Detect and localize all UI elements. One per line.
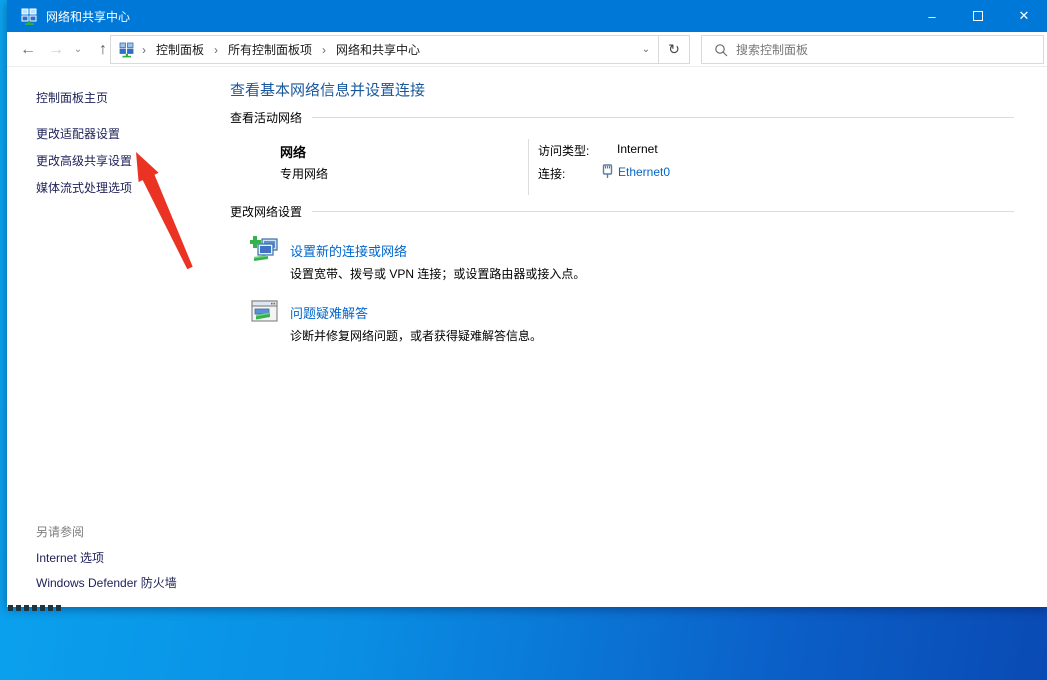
breadcrumb-control-panel[interactable]: 控制面板 (147, 41, 213, 58)
troubleshoot-problems-description: 诊断并修复网络问题，或者获得疑难解答信息。 (290, 327, 542, 344)
connection-link-ethernet0[interactable]: Ethernet0 (618, 165, 670, 179)
back-button[interactable]: ← (15, 37, 41, 63)
forward-button[interactable]: → (43, 37, 69, 63)
minimize-button[interactable]: – (909, 0, 955, 32)
address-bar[interactable]: › 控制面板 › 所有控制面板项 › 网络和共享中心 ⌄ ↻ (110, 35, 690, 64)
search-input[interactable] (736, 36, 1043, 63)
sidebar-item-control-panel-home[interactable]: 控制面板主页 (36, 89, 108, 106)
sidebar-item-internet-options[interactable]: Internet 选项 (36, 549, 104, 566)
ethernet-icon (601, 164, 614, 179)
change-settings-label: 更改网络设置 (230, 203, 302, 220)
breadcrumb-network-sharing[interactable]: 网络和共享中心 (327, 41, 429, 58)
sidebar-item-change-adapter-settings[interactable]: 更改适配器设置 (36, 125, 120, 142)
active-networks-section-header: 查看活动网络 (230, 109, 1014, 126)
setup-new-connection-link[interactable]: 设置新的连接或网络 (290, 241, 407, 260)
content-area: 控制面板主页 更改适配器设置 更改高级共享设置 媒体流式处理选项 另请参阅 In… (7, 67, 1047, 607)
search-box[interactable] (701, 35, 1044, 64)
toolbar: ← → ⌄ ↑ › 控制面板 › 所有控制面板项 › 网络和共享中心 ⌄ ↻ (7, 32, 1047, 67)
caption-buttons: – ✕ (909, 0, 1047, 32)
connection-label: 连接: (538, 165, 565, 182)
network-sharing-center-window: 网络和共享中心 – ✕ ← → ⌄ ↑ › 控制面板 › 所有控制面板项 › (7, 0, 1047, 607)
active-networks-label: 查看活动网络 (230, 109, 302, 126)
refresh-button[interactable]: ↻ (658, 36, 689, 63)
troubleshoot-problems-link[interactable]: 问题疑难解答 (290, 303, 368, 322)
desktop-icon-label-fragment (8, 605, 64, 611)
close-button[interactable]: ✕ (1001, 0, 1047, 32)
maximize-button[interactable] (955, 0, 1001, 32)
location-network-icon (119, 42, 135, 58)
section-rule (312, 117, 1014, 118)
breadcrumb-all-items[interactable]: 所有控制面板项 (219, 41, 321, 58)
page-title: 查看基本网络信息并设置连接 (230, 79, 425, 100)
troubleshoot-icon (250, 297, 280, 327)
change-settings-section-header: 更改网络设置 (230, 203, 1014, 220)
section-rule (312, 211, 1014, 212)
network-app-icon (21, 8, 38, 25)
address-dropdown-icon[interactable]: ⌄ (634, 36, 658, 63)
network-divider (528, 139, 529, 195)
see-also-header: 另请参阅 (36, 523, 84, 540)
history-dropdown-icon[interactable]: ⌄ (70, 37, 86, 63)
access-type-value: Internet (617, 142, 658, 156)
search-icon (714, 43, 728, 57)
network-name: 网络 (280, 142, 306, 161)
sidebar-item-windows-defender-firewall[interactable]: Windows Defender 防火墙 (36, 574, 177, 591)
window-title: 网络和共享中心 (46, 8, 130, 25)
sidebar-item-change-advanced-sharing[interactable]: 更改高级共享设置 (36, 152, 132, 169)
access-type-label: 访问类型: (538, 142, 589, 159)
network-profile: 专用网络 (280, 165, 328, 182)
desktop: { "window": { "title": "网络和共享中心" }, "tit… (0, 0, 1047, 680)
maximize-icon (973, 11, 983, 21)
titlebar[interactable]: 网络和共享中心 – ✕ (7, 0, 1047, 32)
sidebar-item-media-streaming-options[interactable]: 媒体流式处理选项 (36, 179, 132, 196)
new-connection-icon (250, 235, 280, 265)
setup-new-connection-description: 设置宽带、拨号或 VPN 连接；或设置路由器或接入点。 (290, 265, 585, 282)
